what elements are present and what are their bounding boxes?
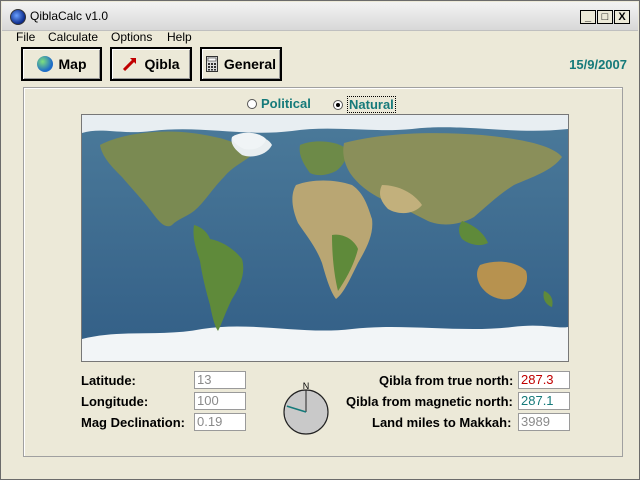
- latitude-label: Latitude:: [81, 373, 136, 388]
- longitude-field[interactable]: 100: [194, 392, 246, 410]
- close-button[interactable]: X: [614, 10, 630, 24]
- menu-file[interactable]: File: [16, 30, 35, 44]
- app-globe-icon: [10, 9, 26, 25]
- world-map-image: [82, 115, 568, 361]
- general-button-label: General: [223, 56, 277, 72]
- maximize-button[interactable]: □: [597, 10, 613, 24]
- political-radio[interactable]: Political: [247, 96, 311, 111]
- land-miles-label: Land miles to Makkah:: [372, 415, 512, 430]
- menu-calculate[interactable]: Calculate: [48, 30, 98, 44]
- menu-help[interactable]: Help: [167, 30, 192, 44]
- natural-radio-circle[interactable]: [333, 99, 343, 110]
- compass: N: [279, 381, 333, 435]
- arrow-icon: [123, 58, 137, 72]
- general-button[interactable]: General: [200, 47, 282, 81]
- qibla-button[interactable]: Qibla: [110, 47, 192, 81]
- globe-icon: [36, 56, 53, 72]
- world-map[interactable]: [81, 114, 569, 362]
- political-radio-circle[interactable]: [247, 98, 257, 109]
- political-radio-label: Political: [261, 96, 311, 111]
- natural-radio[interactable]: Natural: [333, 96, 396, 113]
- calculator-icon: [205, 56, 218, 72]
- date-display: 15/9/2007: [569, 57, 627, 72]
- app-window: QiblaCalc v1.0 _ □ X File Calculate Opti…: [0, 0, 640, 480]
- map-button-label: Map: [58, 56, 87, 72]
- menu-bar: File Calculate Options Help: [2, 30, 638, 46]
- title-bar[interactable]: QiblaCalc v1.0 _ □ X: [2, 2, 638, 31]
- mag-declination-field[interactable]: 0.19: [194, 413, 246, 431]
- window-title: QiblaCalc v1.0: [30, 9, 109, 23]
- qibla-magnetic-field[interactable]: 287.1: [518, 392, 570, 410]
- latitude-field[interactable]: 13: [194, 371, 246, 389]
- qibla-true-field[interactable]: 287.3: [518, 371, 570, 389]
- minimize-button[interactable]: _: [580, 10, 596, 24]
- qibla-button-label: Qibla: [144, 56, 180, 72]
- longitude-label: Longitude:: [81, 394, 149, 409]
- qibla-magnetic-label: Qibla from magnetic north:: [346, 394, 513, 409]
- land-miles-field[interactable]: 3989: [518, 413, 570, 431]
- qibla-true-label: Qibla from true north:: [379, 373, 514, 388]
- map-button[interactable]: Map: [21, 47, 102, 81]
- menu-options[interactable]: Options: [111, 30, 152, 44]
- natural-radio-label: Natural: [347, 96, 396, 113]
- mag-declination-label: Mag Declination:: [81, 415, 186, 430]
